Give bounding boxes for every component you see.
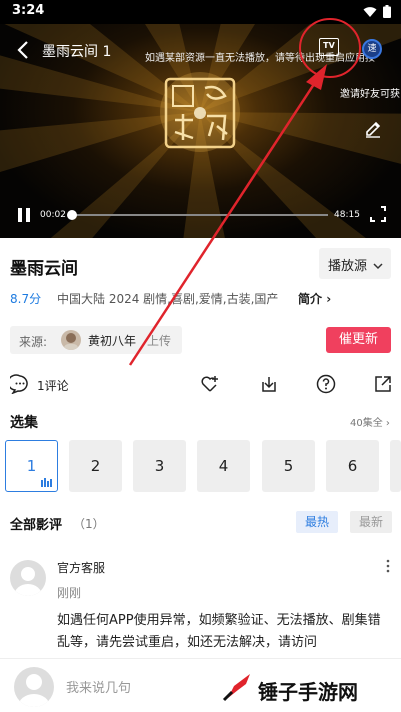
episode-6[interactable]: 6 (326, 440, 379, 492)
comment-body: 如遇任何APP使用异常，如频繁验证、无法播放、剧集错乱等，请先尝试重启，如还无法… (57, 613, 381, 650)
intro-link[interactable]: 简介 › (298, 290, 331, 307)
chevron-right-icon: › (382, 418, 390, 429)
uploader-name: 黄初八年 (88, 334, 137, 348)
reviews-count: （1） (73, 517, 105, 531)
tv-cast-button[interactable]: TV (319, 38, 339, 56)
watermark: 锤子手游网 (218, 670, 398, 706)
meta-info: 中国大陆 2024 剧情,喜剧,爱情,古装,国产 (57, 292, 279, 306)
urge-update-button[interactable]: 催更新 (326, 327, 391, 353)
pause-icon[interactable] (16, 207, 32, 223)
sort-new-tab[interactable]: 最新 (350, 511, 392, 533)
episode-1[interactable]: 1 (5, 440, 58, 492)
watermark-text: 锤子手游网 (258, 680, 358, 704)
rating: 8.7分 (10, 292, 42, 306)
drama-title: 墨雨云间 (10, 259, 78, 279)
battery-icon (383, 5, 391, 18)
reviews-label: 全部影评 (10, 518, 63, 533)
episodes-total[interactable]: 40集全 › (350, 414, 390, 429)
more-vertical-icon[interactable] (384, 558, 392, 574)
heart-plus-icon[interactable] (200, 374, 220, 394)
video-player[interactable]: 墨雨云间 1 如遇某部资源一直无法播放，请等待出现重启应用按 TV 速 邀请好友… (0, 24, 401, 238)
comment-author[interactable]: 官方客服 (57, 559, 105, 576)
uploader-chip[interactable]: 来源: 黄初八年 上传 (10, 326, 182, 354)
episode-2[interactable]: 2 (69, 440, 122, 492)
action-row: 1评论 (0, 372, 401, 396)
speed-button[interactable]: 速 (362, 39, 382, 59)
watermark-logo-icon (222, 674, 250, 702)
progress-knob[interactable] (67, 210, 77, 220)
back-arrow-icon[interactable] (14, 40, 34, 60)
fullscreen-icon[interactable] (370, 206, 386, 222)
my-avatar (14, 667, 54, 707)
status-icons (363, 5, 391, 18)
episodes-label: 选集 (10, 415, 38, 431)
episode-next-partial[interactable] (390, 440, 401, 492)
episodes-total-label: 40集全 (350, 418, 383, 429)
uploader-suffix: 上传 (147, 334, 172, 348)
chevron-right-icon: › (322, 292, 332, 306)
comment-count[interactable]: 1评论 (37, 377, 69, 394)
sort-hot-tab[interactable]: 最热 (296, 511, 338, 533)
current-time: 00:02 (40, 210, 66, 220)
video-title: 墨雨云间 1 (42, 44, 112, 60)
wifi-icon (363, 6, 377, 17)
episode-number: 1 (26, 457, 37, 475)
comment-time: 刚刚 (57, 586, 82, 600)
total-time: 48:15 (334, 210, 360, 220)
progress-track[interactable] (70, 214, 328, 216)
play-source-label: 播放源 (328, 259, 368, 274)
invite-text[interactable]: 邀请好友可获 (340, 85, 400, 100)
status-time: 3:24 (12, 3, 45, 18)
pencil-icon[interactable] (364, 120, 382, 138)
avatar[interactable] (10, 560, 46, 596)
episode-5[interactable]: 5 (262, 440, 315, 492)
playback-notice: 如遇某部资源一直无法播放，请等待出现重启应用按 (145, 53, 375, 64)
play-source-select[interactable]: 播放源 (319, 248, 391, 279)
episode-3[interactable]: 3 (133, 440, 186, 492)
status-bar: 3:24 (0, 0, 401, 24)
comment-icon[interactable] (10, 374, 30, 394)
share-icon[interactable] (373, 374, 393, 394)
playing-bars-icon (41, 478, 52, 487)
chevron-down-icon (373, 263, 383, 270)
episode-4[interactable]: 4 (197, 440, 250, 492)
help-icon[interactable] (316, 374, 336, 394)
video-logo (164, 77, 236, 149)
uploader-label: 来源: (19, 335, 48, 349)
intro-label: 简介 (298, 292, 323, 306)
download-icon[interactable] (259, 374, 279, 394)
uploader-avatar (61, 330, 81, 350)
comment-input-placeholder[interactable]: 我来说几句 (66, 677, 131, 696)
